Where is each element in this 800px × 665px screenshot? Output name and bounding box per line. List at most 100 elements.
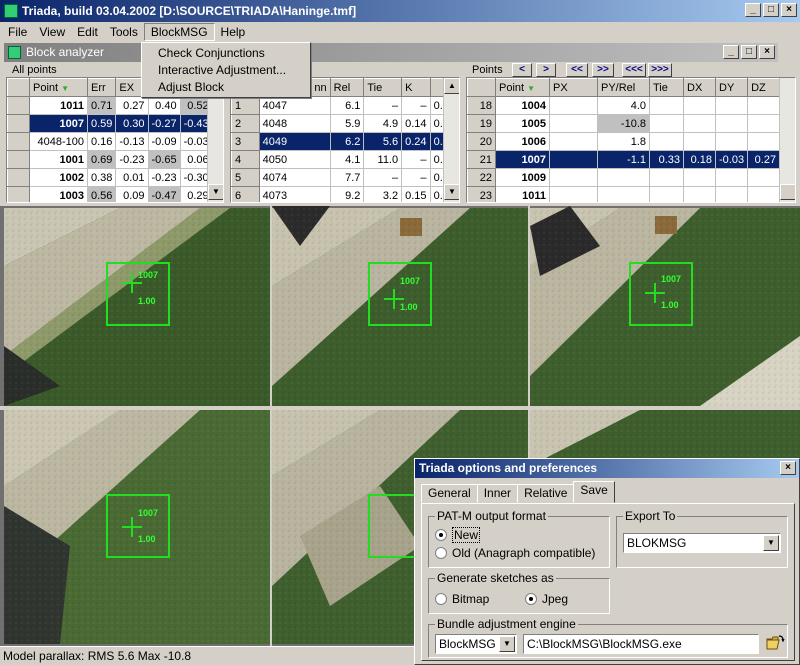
menu-adjust-block[interactable]: Adjust Block: [142, 79, 310, 96]
dialog-tabs: General Inner Relative Save: [421, 481, 615, 503]
nav-next-fast-button[interactable]: >>: [592, 63, 614, 77]
radio-selected-icon: [525, 593, 537, 605]
table-row[interactable]: 20 1006 1.8: [467, 132, 781, 151]
points-grid[interactable]: Point ▼ PX PY/Rel Tie DX DY DZ 18 1004 4…: [466, 77, 796, 203]
tab-relative[interactable]: Relative: [517, 484, 575, 503]
menu-blockmsg[interactable]: BlockMSG: [143, 23, 215, 41]
dialog-titlebar[interactable]: Triada options and preferences ×: [415, 459, 799, 478]
table-row[interactable]: 4 4050 4.1 11.0 – 0.91: [231, 150, 459, 169]
save-tab-panel: PAT-M output format New Old (Anagraph co…: [421, 503, 795, 661]
table-row-selected[interactable]: 21 1007 -1.1 0.33 0.18 -0.03 0.27: [467, 150, 781, 169]
nav-prev-button[interactable]: <: [512, 63, 532, 77]
dialog-close-button[interactable]: ×: [780, 461, 796, 475]
block-analyzer-titlebar[interactable]: Block analyzer _ □ ×: [4, 43, 778, 62]
point-marker-box[interactable]: 1007 1.00: [629, 262, 693, 326]
menu-bar: File View Edit Tools BlockMSG Help: [0, 22, 800, 42]
menu-interactive-adjustment[interactable]: Interactive Adjustment...: [142, 62, 310, 79]
point-marker-box[interactable]: 1007 1.00: [106, 494, 170, 558]
scroll-thumb[interactable]: [780, 184, 795, 200]
child-maximize-button[interactable]: □: [741, 45, 757, 59]
points-panel: Points Point ▼ PX PY/Rel Tie DX DY DZ 18…: [464, 64, 798, 204]
middle-scrollbar[interactable]: ▲ ▼: [443, 78, 459, 202]
col-header-k[interactable]: K: [401, 78, 431, 97]
col-header-rel[interactable]: Rel: [329, 78, 365, 97]
tab-save[interactable]: Save: [573, 481, 615, 503]
maximize-button[interactable]: □: [763, 3, 779, 17]
engine-select[interactable]: BlockMSG ▼: [435, 634, 517, 654]
table-row[interactable]: 19 1005 -10.8: [467, 114, 781, 133]
chevron-down-icon[interactable]: ▼: [499, 636, 515, 652]
table-row-selected[interactable]: 3 4049 6.2 5.6 0.24 0.93: [231, 132, 459, 151]
col-header-tie[interactable]: Tie: [649, 78, 684, 97]
scroll-up-icon[interactable]: ▲: [444, 78, 459, 94]
sketch-jpeg-radio[interactable]: Jpeg: [525, 592, 568, 606]
menu-file[interactable]: File: [2, 23, 33, 41]
table-row[interactable]: 18 1004 4.0: [467, 96, 781, 115]
close-button[interactable]: ×: [781, 3, 797, 17]
tab-inner[interactable]: Inner: [476, 484, 519, 503]
point-marker-box[interactable]: 1007 1.00: [106, 262, 170, 326]
tab-general[interactable]: General: [421, 484, 478, 503]
table-row[interactable]: 22 1009: [467, 168, 781, 187]
col-header-dy[interactable]: DY: [714, 78, 749, 97]
scroll-down-icon[interactable]: ▼: [208, 184, 223, 200]
col-header-pyrel[interactable]: PY/Rel: [597, 78, 650, 97]
menu-help[interactable]: Help: [215, 23, 252, 41]
nav-next-button[interactable]: >: [536, 63, 556, 77]
menu-check-conjunctions[interactable]: Check Conjunctions: [142, 45, 310, 62]
table-row[interactable]: 1002 0.38 0.01 -0.23 -0.30: [7, 168, 213, 187]
table-row[interactable]: 1 4047 6.1 – – 0.91: [231, 96, 459, 115]
nav-first-button[interactable]: <<<: [622, 63, 646, 77]
crosshair-v: [131, 517, 133, 537]
table-row[interactable]: 5 4074 7.7 – – 0.90: [231, 168, 459, 187]
dialog-title: Triada options and preferences: [419, 461, 598, 475]
table-row[interactable]: 6 4073 9.2 3.2 0.15 0.89: [231, 186, 459, 202]
child-minimize-button[interactable]: _: [723, 45, 739, 59]
table-row[interactable]: 23 1011: [467, 186, 781, 202]
export-select[interactable]: BLOKMSG ▼: [623, 533, 781, 553]
table-row[interactable]: 1001 0.69 -0.23 -0.65 0.06: [7, 150, 213, 169]
engine-path-input[interactable]: C:\BlockMSG\BlockMSG.exe: [523, 634, 759, 654]
col-header-px[interactable]: PX: [549, 78, 598, 97]
menu-tools[interactable]: Tools: [104, 23, 144, 41]
marker-value: 1.00: [138, 296, 156, 306]
marker-value: 1.00: [400, 302, 418, 312]
point-marker-box[interactable]: [368, 494, 418, 558]
patm-new-radio[interactable]: New: [435, 527, 481, 543]
table-row[interactable]: 1003 0.56 0.09 -0.47 0.29: [7, 186, 213, 202]
options-dialog: Triada options and preferences × General…: [414, 458, 800, 665]
minimize-button[interactable]: _: [745, 3, 761, 17]
crosshair-v: [393, 289, 395, 309]
export-group: Export To BLOKMSG ▼: [616, 509, 788, 568]
col-header-point[interactable]: Point ▼: [495, 78, 550, 97]
patm-old-radio[interactable]: Old (Anagraph compatible): [435, 546, 595, 560]
folder-open-icon[interactable]: [765, 633, 785, 653]
points-legend: Points: [470, 64, 505, 76]
menu-edit[interactable]: Edit: [71, 23, 104, 41]
table-row-selected[interactable]: 1007 0.59 0.30 -0.27 -0.43: [7, 114, 213, 133]
col-header-dz[interactable]: DZ: [747, 78, 781, 97]
col-header-err[interactable]: Err: [86, 78, 117, 97]
point-marker-box[interactable]: 1007 1.00: [368, 262, 432, 326]
col-header-point[interactable]: Point ▼: [29, 78, 88, 97]
title-bar[interactable]: Triada, build 03.04.2002 [D:\SOURCE\TRIA…: [0, 0, 800, 22]
col-header-dx[interactable]: DX: [683, 78, 716, 97]
menu-view[interactable]: View: [33, 23, 71, 41]
nav-last-button[interactable]: >>>: [648, 63, 672, 77]
table-row[interactable]: 4048-100 0.16 -0.13 -0.09 -0.03: [7, 132, 213, 151]
sketch-bitmap-radio[interactable]: Bitmap: [435, 592, 489, 606]
sketch-group: Generate sketches as Bitmap Jpeg: [428, 571, 610, 614]
scroll-down-icon[interactable]: ▼: [444, 184, 459, 200]
table-row[interactable]: 1011 0.71 0.27 0.40 0.52: [7, 96, 213, 115]
marker-id: 1007: [661, 274, 682, 284]
points-scrollbar[interactable]: [779, 78, 795, 202]
col-header-tie[interactable]: Tie: [363, 78, 403, 97]
patm-group: PAT-M output format New Old (Anagraph co…: [428, 509, 610, 568]
chevron-down-icon[interactable]: ▼: [763, 535, 779, 551]
marker-value: 1.00: [138, 534, 156, 544]
child-close-button[interactable]: ×: [759, 45, 775, 59]
table-row[interactable]: 2 4048 5.9 4.9 0.14 0.94: [231, 114, 459, 133]
nav-prev-fast-button[interactable]: <<: [566, 63, 588, 77]
marker-id: 1007: [138, 270, 159, 280]
radio-selected-icon: [435, 529, 447, 541]
